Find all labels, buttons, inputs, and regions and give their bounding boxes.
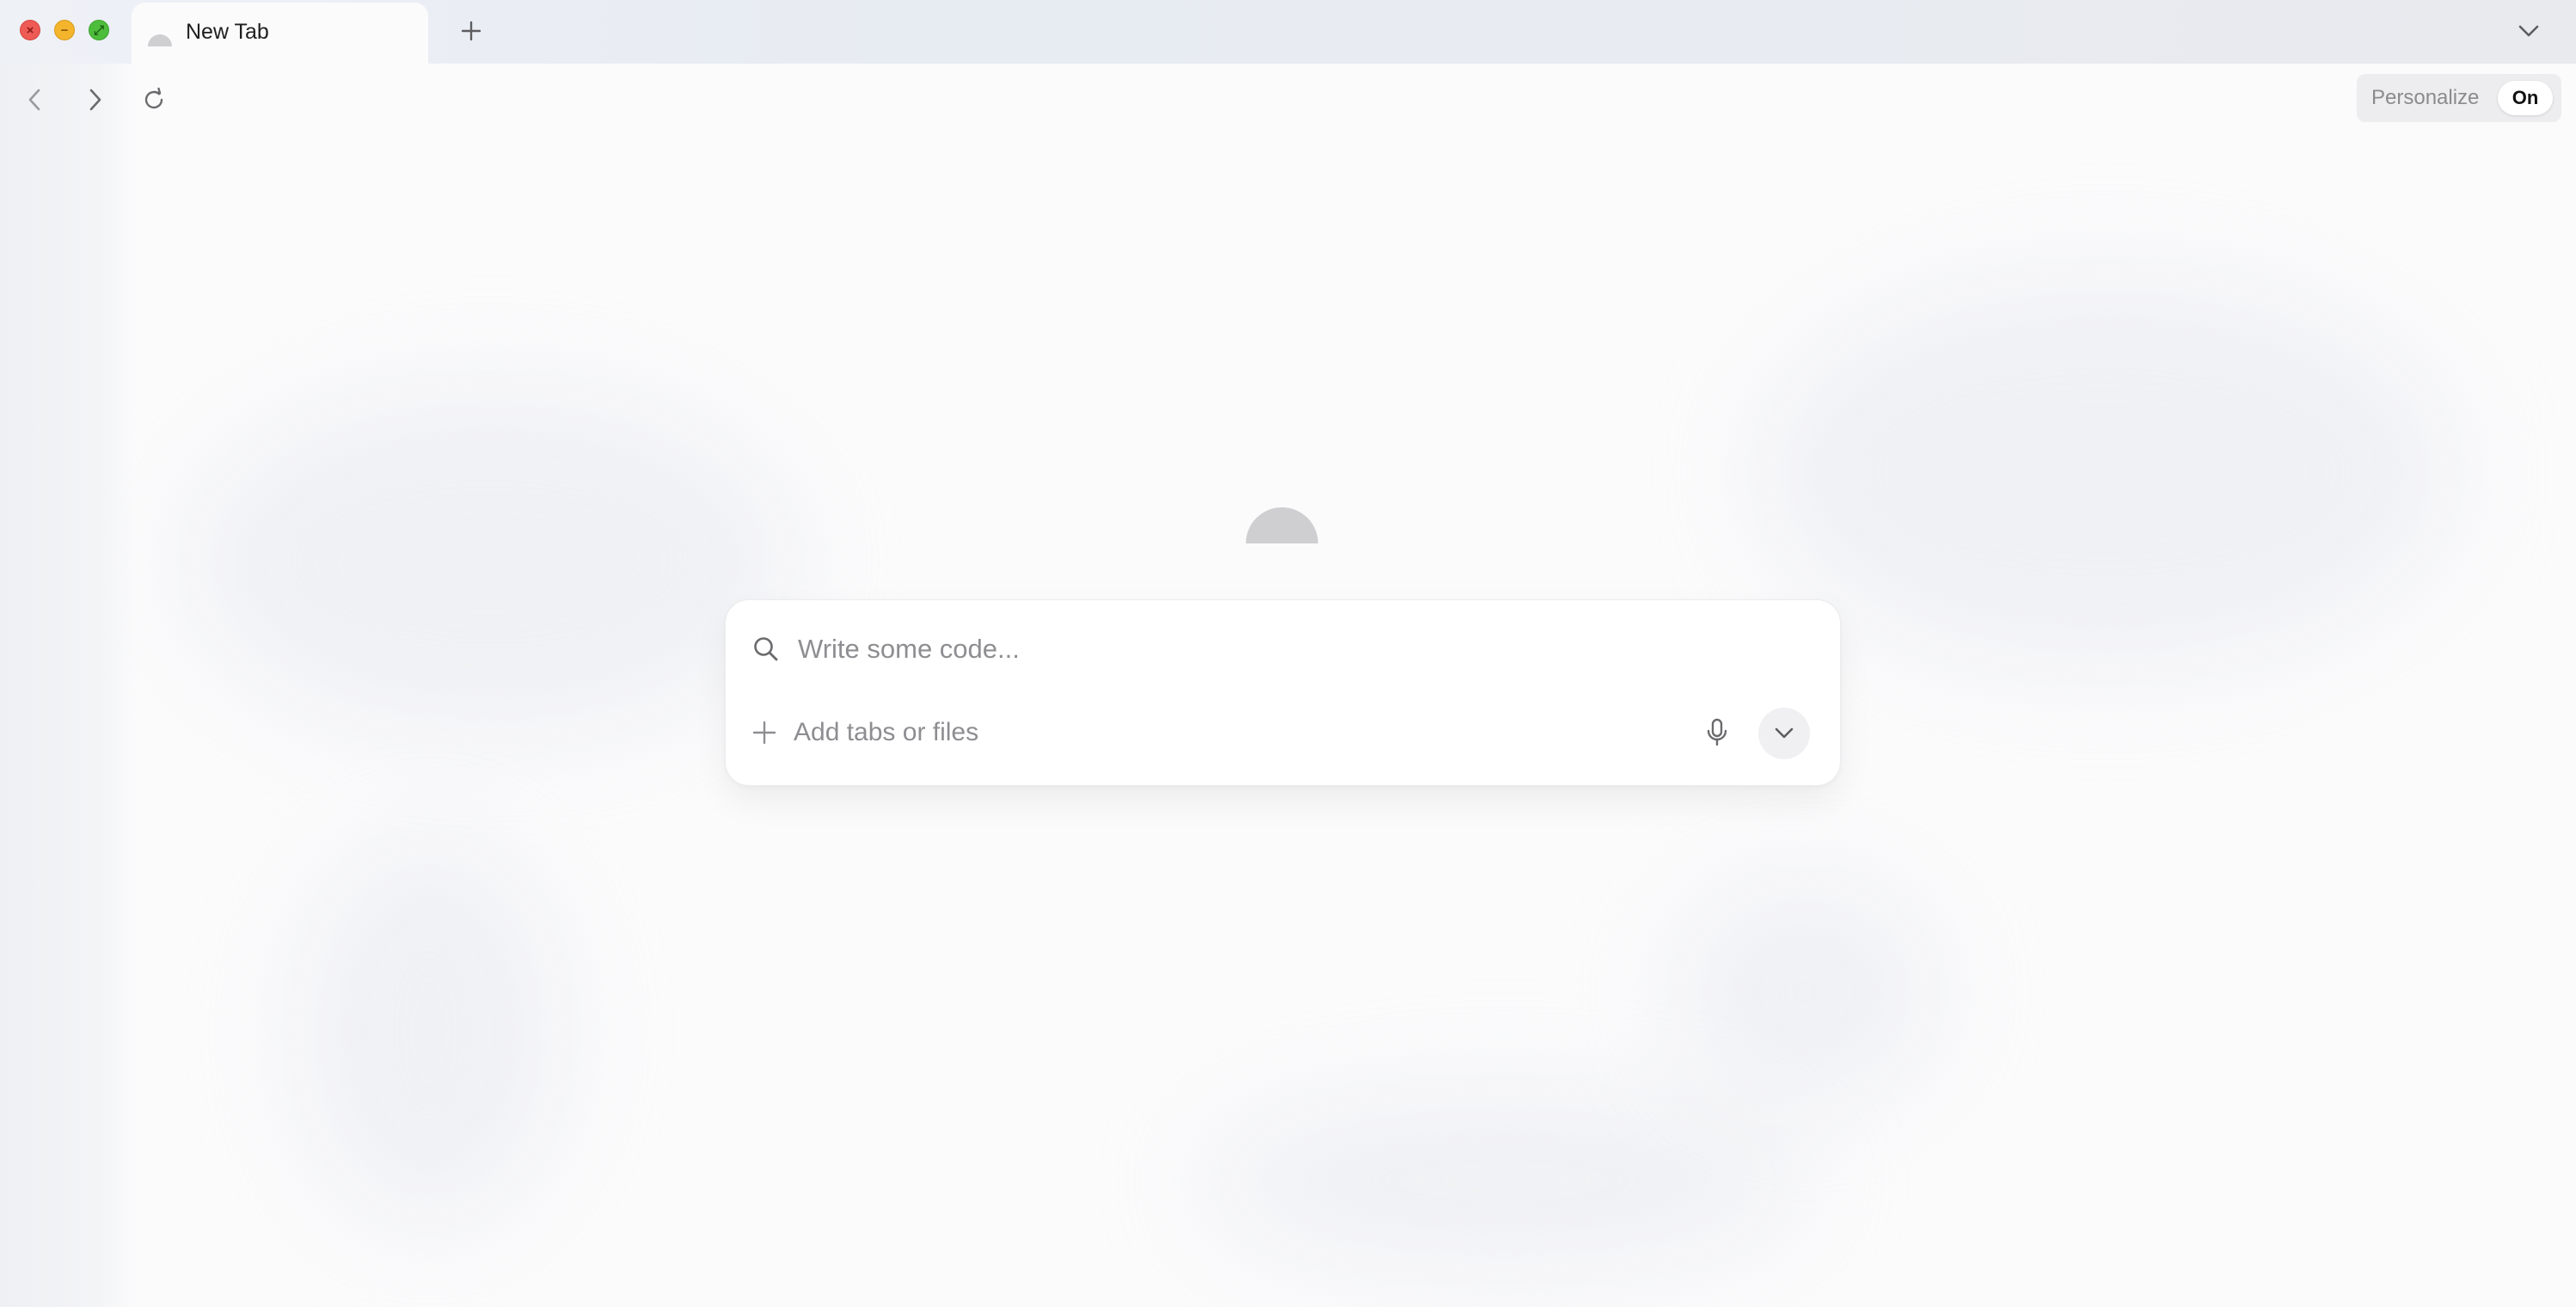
reload-button[interactable] [137,83,171,117]
plus-icon [752,721,776,745]
add-tabs-or-files-button[interactable]: Add tabs or files [751,714,978,752]
left-rail [0,64,138,1307]
search-icon [754,637,778,661]
background-decoration [1677,881,1935,1104]
add-tabs-or-files-label: Add tabs or files [794,718,979,746]
background-decoration [301,838,559,1224]
window-close-button[interactable]: × [20,20,40,40]
voice-input-button[interactable] [1698,714,1736,752]
app-logo-icon [1246,507,1318,543]
tab-title: New Tab [186,20,269,44]
chevron-down-icon [1775,727,1794,739]
microphone-icon [1707,718,1727,746]
chevron-right-icon [89,89,101,111]
plus-icon [461,21,481,41]
personalize-toggle-group[interactable]: Personalize On [2357,74,2561,122]
search-input[interactable] [798,626,1787,672]
maximize-icon: ⤢ [93,22,104,38]
tab-bar: × − ⤢ New Tab [0,0,2576,64]
background-decoration [1204,1095,1806,1267]
close-icon: × [26,22,34,38]
new-tab-button[interactable] [456,15,487,46]
minimize-icon: − [60,22,69,38]
forward-button[interactable] [78,83,113,117]
tab-new-tab[interactable]: New Tab [132,3,428,64]
chevron-down-icon [2518,25,2539,37]
back-button[interactable] [17,83,52,117]
background-decoration [189,390,791,734]
reload-icon [144,87,163,109]
mode-dropdown-button[interactable] [1758,708,1810,759]
search-box: Add tabs or files [725,599,1841,786]
window-maximize-button[interactable]: ⤢ [89,20,109,40]
tab-list-button[interactable] [2512,15,2546,46]
chevron-left-icon [28,89,40,111]
personalize-label: Personalize [2371,86,2480,109]
personalize-toggle[interactable]: On [2498,81,2553,115]
window-minimize-button[interactable]: − [54,20,75,40]
background-decoration [1763,279,2450,666]
app-logo-icon [148,34,172,46]
